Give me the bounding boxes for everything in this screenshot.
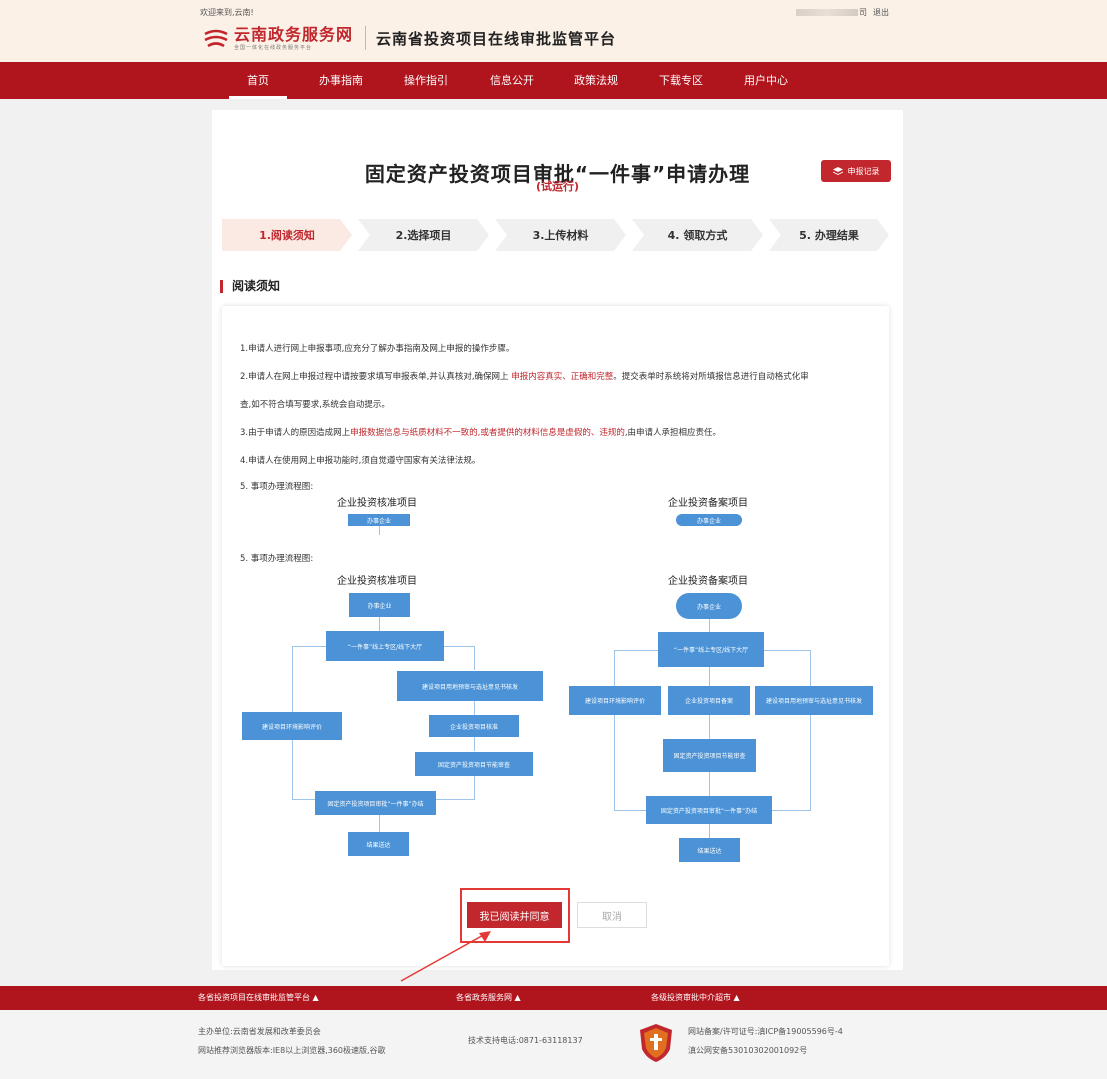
flow-right-deliver: 结果送达	[679, 838, 740, 862]
flow-connector	[709, 824, 710, 838]
step-select-project[interactable]: 2.选择项目	[358, 219, 489, 251]
flow-connector	[772, 810, 811, 811]
flow-connector	[709, 772, 710, 796]
notice-2: 2.申请人在网上申报过程中请按要求填写申报表单,并认真核对,确保网上 申报内容真…	[240, 372, 809, 382]
notice-box: 1.申请人进行网上申报事项,应充分了解办事指南及网上申报的操作步骤。 2.申请人…	[222, 306, 889, 966]
step-read-notice[interactable]: 1.阅读须知	[222, 219, 352, 251]
notice-5: 5. 事项办理流程图:	[240, 482, 314, 492]
police-badge-icon[interactable]	[638, 1023, 674, 1063]
flow-connector	[474, 775, 475, 799]
footer-browser: 网站推荐浏览器版本:IE8以上浏览器,360极速版,谷歌	[198, 1046, 386, 1055]
flow-left-approve: 企业投资项目核准	[429, 715, 519, 737]
flow-connector	[810, 715, 811, 810]
flow-connector	[709, 618, 710, 632]
flow-connector	[292, 646, 326, 647]
flow-connector	[474, 701, 475, 715]
cancel-button[interactable]: 取消	[577, 902, 647, 928]
logo-divider	[365, 26, 367, 50]
flow-left-done: 固定资产投资项目审批“一件事”办结	[315, 791, 436, 815]
flow-right-hall: “一件事”线上专区/线下大厅	[658, 632, 764, 667]
notice-4: 4.申请人在使用网上申报功能时,须自觉遵守国家有关法律法规。	[240, 456, 481, 466]
flow-connector	[764, 650, 810, 651]
flow-left-title-2: 企业投资核准项目	[337, 576, 417, 587]
step-result[interactable]: 5. 办理结果	[769, 219, 889, 251]
flow-right-start-2: 办事企业	[676, 593, 742, 619]
flow-left-title: 企业投资核准项目	[337, 498, 417, 509]
flow-left-energy: 固定资产投资项目节能审查	[415, 752, 533, 776]
flow-right-land: 建设项目用地预审与选址意见书核发	[755, 686, 873, 715]
nav-item-policy[interactable]: 政策法规	[567, 62, 625, 99]
flow-connector	[444, 646, 474, 647]
flow-connector	[614, 810, 646, 811]
flow-left-deliver: 结果送达	[348, 832, 409, 856]
nav-item-disclosure[interactable]: 信息公开	[483, 62, 541, 99]
progress-steps: 1.阅读须知 2.选择项目 3.上传材料 4. 领取方式 5. 办理结果	[222, 219, 889, 251]
footer-link-intermediary-market[interactable]: 各级投资审批中介超市 ▲	[651, 986, 740, 1010]
nav-item-user-center[interactable]: 用户中心	[737, 62, 795, 99]
footer-support-phone: 技术支持电话:0871-63118137	[468, 1036, 583, 1045]
flow-left-land: 建设项目用地预审与选址意见书核发	[397, 671, 543, 701]
flow-right-title: 企业投资备案项目	[668, 498, 748, 509]
flow-connector	[709, 667, 710, 686]
flow-connector	[614, 650, 615, 686]
footer-police-record[interactable]: 滇公网安备53010302001092号	[688, 1045, 807, 1056]
layers-icon	[832, 166, 843, 175]
step-upload-materials[interactable]: 3.上传材料	[495, 219, 626, 251]
user-name-redacted	[796, 9, 858, 16]
section-title: 阅读须知	[220, 280, 280, 293]
top-header: 欢迎来到,云南! 司 退出 云南政务服务网 全国一体化在线政务服务平台 云南省投…	[0, 0, 1107, 62]
flow-right-start: 办事企业	[676, 514, 742, 526]
flow-right-record: 企业投资项目备案	[668, 686, 750, 715]
notice-2-cont: 查,如不符合填写要求,系统会自动提示。	[240, 400, 390, 410]
step-pickup-method[interactable]: 4. 领取方式	[632, 219, 763, 251]
footer-host: 主办单位:云南省发展和改革委员会	[198, 1027, 321, 1036]
user-name-suffix: 司	[859, 8, 867, 17]
flow-connector	[292, 646, 293, 712]
site-logo[interactable]: 云南政务服务网 全国一体化在线政务服务平台 云南省投资项目在线审批监管平台	[202, 24, 616, 52]
flow-right-env: 建设项目环境影响评价	[569, 686, 661, 715]
flow-right-energy: 固定资产投资项目节能审查	[663, 739, 756, 772]
nav-item-guide[interactable]: 办事指南	[312, 62, 370, 99]
flow-left-start-2: 办事企业	[349, 593, 410, 617]
footer-icp[interactable]: 网站备案/许可证号:滇ICP备19005596号-4	[688, 1026, 843, 1037]
flow-connector	[709, 715, 710, 739]
logout-link[interactable]: 退出	[873, 7, 889, 18]
flow-connector	[810, 650, 811, 686]
footer-link-gov-service-sites[interactable]: 各省政务服务网 ▲	[456, 986, 521, 1010]
footer-links-bar: 各省投资项目在线审批监管平台 ▲ 各省政务服务网 ▲ 各级投资审批中介超市 ▲	[0, 986, 1107, 1010]
flow-connector	[474, 737, 475, 751]
flow-left-env: 建设项目环境影响评价	[242, 712, 342, 740]
flow-connector	[614, 715, 615, 810]
flow-right-title-2: 企业投资备案项目	[668, 576, 748, 587]
flow-right-done: 固定资产投资项目审批“一件事”办结	[646, 796, 772, 824]
flow-connector	[379, 616, 380, 632]
application-record-label: 申报记录	[847, 166, 880, 176]
flow-connector	[614, 650, 658, 651]
flow-left-start: 办事企业	[348, 514, 410, 526]
flow-connector	[292, 799, 315, 800]
page-subtitle: (试运行)	[535, 180, 580, 193]
flow-connector	[292, 740, 293, 799]
flow-left-hall: “一件事”线上专区/线下大厅	[326, 631, 444, 661]
notice-5-repeat: 5. 事项办理流程图:	[240, 554, 314, 564]
notice-3: 3.由于申请人的原因造成网上申报数据信息与纸质材料不一致的,或者提供的材料信息是…	[240, 428, 722, 438]
nav-item-home[interactable]: 首页	[229, 62, 287, 99]
logo-sub-text: 全国一体化在线政务服务平台	[234, 44, 313, 51]
application-record-button[interactable]: 申报记录	[821, 160, 891, 182]
logo-main-text: 云南政务服务网	[234, 24, 354, 44]
logo-icon	[204, 29, 228, 48]
user-info: 司 退出	[796, 7, 889, 18]
main-nav: 首页 办事指南 操作指引 信息公开 政策法规 下载专区 用户中心	[0, 62, 1107, 99]
main-panel: 固定资产投资项目审批“一件事”申请办理 (试运行) 申报记录 1.阅读须知 2.…	[212, 110, 903, 970]
flow-connector	[436, 799, 475, 800]
footer-link-provincial-platforms[interactable]: 各省投资项目在线审批监管平台 ▲	[198, 986, 319, 1010]
annotation-arrow-icon	[400, 931, 491, 982]
platform-title: 云南省投资项目在线审批监管平台	[376, 29, 617, 48]
nav-item-instructions[interactable]: 操作指引	[397, 62, 455, 99]
flow-connector	[474, 646, 475, 670]
notice-1: 1.申请人进行网上申报事项,应充分了解办事指南及网上申报的操作步骤。	[240, 344, 515, 354]
nav-item-downloads[interactable]: 下载专区	[652, 62, 710, 99]
flow-connector	[379, 814, 380, 832]
welcome-text: 欢迎来到,云南!	[200, 8, 254, 17]
